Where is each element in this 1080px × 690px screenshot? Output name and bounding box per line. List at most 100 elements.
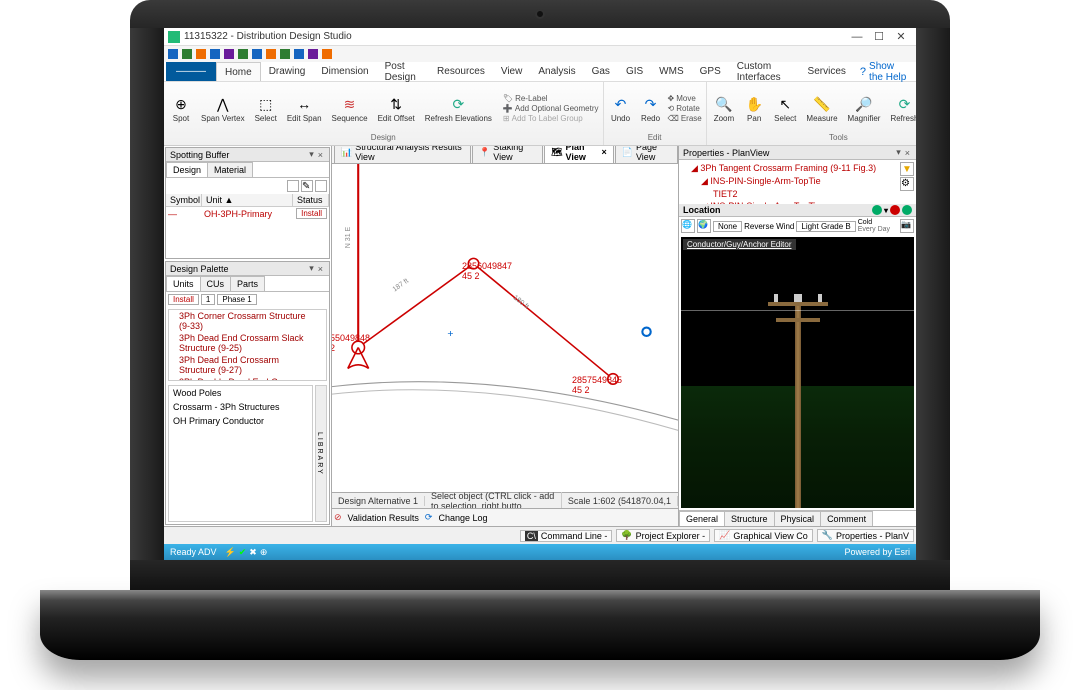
project-explorer-panel[interactable]: 🌳Project Explorer -: [616, 529, 710, 542]
none-select[interactable]: None: [713, 221, 742, 232]
close-icon[interactable]: ×: [601, 147, 606, 157]
library-tab[interactable]: LIBRARY: [315, 385, 327, 522]
close-icon[interactable]: ×: [316, 150, 325, 160]
phase-select[interactable]: Phase 1: [217, 294, 256, 305]
menu-analysis[interactable]: Analysis: [530, 62, 583, 81]
grade-select[interactable]: Light Grade B: [796, 221, 855, 232]
tree-item[interactable]: ◢ INS-PIN-Single-Arm-TopTie: [683, 175, 894, 188]
refresh-icon[interactable]: ⟳: [425, 512, 433, 523]
category-item[interactable]: Wood Poles: [169, 386, 312, 400]
refresh-elev-button[interactable]: ⟳Refresh Elevations: [422, 93, 495, 124]
measure-button[interactable]: 📏Measure: [803, 93, 840, 124]
camera-icon[interactable]: 📷: [900, 219, 914, 233]
chevron-icon[interactable]: ▾: [884, 206, 888, 215]
qat-icon[interactable]: [266, 49, 276, 59]
tool-icon[interactable]: ⊕: [260, 547, 268, 558]
menu-wms[interactable]: WMS: [651, 62, 691, 81]
menu-resources[interactable]: Resources: [429, 62, 493, 81]
tab-validation[interactable]: Validation Results: [348, 513, 419, 523]
qat-icon[interactable]: [168, 49, 178, 59]
tool-icon[interactable]: 🌐: [681, 219, 695, 233]
tool-icon[interactable]: 🌍: [697, 219, 711, 233]
category-item[interactable]: OH Primary Conductor: [169, 414, 312, 428]
zoom-button[interactable]: 🔍Zoom: [711, 93, 737, 124]
tab-material[interactable]: Material: [207, 162, 253, 177]
menu-post-design[interactable]: Post Design: [377, 62, 429, 81]
bolt-icon[interactable]: ⚡: [225, 547, 236, 558]
palette-item[interactable]: 3Ph Corner Crossarm Structure (9-33): [169, 310, 326, 332]
menu-services[interactable]: Services: [800, 62, 854, 81]
qat-icon[interactable]: [196, 49, 206, 59]
minimize-button[interactable]: —: [846, 31, 868, 43]
file-menu[interactable]: ———: [166, 62, 216, 81]
maximize-button[interactable]: ☐: [868, 30, 890, 43]
pin-icon[interactable]: ▾: [307, 149, 316, 160]
check-icon[interactable]: ✔: [239, 547, 247, 558]
qat-icon[interactable]: [308, 49, 318, 59]
undo-button[interactable]: ↶Undo: [608, 93, 634, 124]
magnifier-button[interactable]: 🔎Magnifier: [845, 93, 884, 124]
properties-header[interactable]: Properties - PlanView▾×: [679, 146, 916, 160]
refresh-tool-button[interactable]: ⟳Refresh: [887, 93, 916, 124]
graphical-view-panel[interactable]: 📈Graphical View Co: [714, 529, 813, 542]
redo-button[interactable]: ↷Redo: [638, 93, 664, 124]
tool-icon[interactable]: [315, 180, 327, 192]
palette-header[interactable]: Design Palette▾×: [166, 262, 329, 276]
qat-icon[interactable]: [182, 49, 192, 59]
add-geom-button[interactable]: ➕ Add Optional Geometry: [503, 104, 599, 113]
rotate-button[interactable]: ⟲ Rotate: [668, 104, 702, 113]
tab-page-view[interactable]: 📄Page View: [615, 146, 678, 163]
select-button[interactable]: ⬚Select: [252, 93, 280, 124]
relabel-button[interactable]: 🏷 Re-Label: [503, 94, 599, 103]
tool-icon[interactable]: ✎: [301, 180, 313, 192]
add-label-group-button[interactable]: ⊞ Add To Label Group: [503, 114, 599, 123]
tab-plan-view[interactable]: 🗺Plan View×: [544, 146, 614, 163]
span-vertex-button[interactable]: ⋀Span Vertex: [198, 93, 248, 124]
menu-gis[interactable]: GIS: [618, 62, 651, 81]
pin-icon[interactable]: ▾: [307, 263, 316, 274]
pan-button[interactable]: ✋Pan: [741, 93, 767, 124]
tool-icon[interactable]: ✖: [249, 547, 257, 558]
pin-icon[interactable]: ▾: [894, 147, 903, 158]
menu-home[interactable]: Home: [216, 62, 261, 81]
command-line-panel[interactable]: C\Command Line -: [520, 530, 613, 542]
select-tool-button[interactable]: ↖Select: [771, 93, 799, 124]
tab-parts[interactable]: Parts: [230, 276, 265, 291]
viewer-label[interactable]: Conductor/Guy/Anchor Editor: [683, 239, 796, 250]
tab-structural[interactable]: 📊Structural Analysis Results View: [334, 146, 471, 163]
properties-panel-tab[interactable]: 🔧Properties - PlanV: [817, 529, 914, 542]
erase-button[interactable]: ⌫ Erase: [668, 114, 702, 123]
menu-gas[interactable]: Gas: [584, 62, 618, 81]
menu-gps[interactable]: GPS: [692, 62, 729, 81]
tree-item[interactable]: TIET2: [683, 188, 894, 200]
palette-item[interactable]: 3Ph Double Dead End Crossarm Structure (…: [169, 376, 326, 381]
count-select[interactable]: 1: [201, 294, 215, 305]
gear-icon[interactable]: ⚙: [900, 177, 914, 191]
structure-viewer[interactable]: Conductor/Guy/Anchor Editor: [681, 237, 914, 508]
qat-icon[interactable]: [238, 49, 248, 59]
close-icon[interactable]: ×: [903, 148, 912, 158]
close-button[interactable]: ✕: [890, 30, 912, 43]
menu-drawing[interactable]: Drawing: [261, 62, 314, 81]
category-item[interactable]: Crossarm - 3Ph Structures: [169, 400, 312, 414]
palette-item[interactable]: 3Ph Dead End Crossarm Slack Structure (9…: [169, 332, 326, 354]
menu-dimension[interactable]: Dimension: [313, 62, 376, 81]
tab-structure[interactable]: Structure: [724, 511, 775, 526]
reverse-wind-toggle[interactable]: Reverse Wind: [744, 222, 794, 231]
install-select[interactable]: Install: [168, 294, 199, 305]
edit-span-button[interactable]: ↔Edit Span: [284, 93, 325, 124]
buffer-row[interactable]: OH-3PH-Primary: [204, 209, 296, 219]
tab-cus[interactable]: CUs: [200, 276, 232, 291]
tab-staking[interactable]: 📍Staking View: [472, 146, 543, 163]
spotting-buffer-header[interactable]: Spotting Buffer▾×: [166, 148, 329, 162]
tree-item[interactable]: ◢ 3Ph Tangent Crossarm Framing (9-11 Fig…: [683, 162, 894, 175]
palette-item[interactable]: 3Ph Dead End Crossarm Structure (9-27): [169, 354, 326, 376]
edit-offset-button[interactable]: ⇅Edit Offset: [375, 93, 418, 124]
menu-view[interactable]: View: [493, 62, 531, 81]
close-icon[interactable]: ×: [316, 264, 325, 274]
spot-button[interactable]: ⊕Spot: [168, 93, 194, 124]
tab-units[interactable]: Units: [166, 276, 201, 291]
tab-changelog[interactable]: Change Log: [438, 513, 487, 523]
move-button[interactable]: ✥ Move: [668, 94, 702, 103]
qat-icon[interactable]: [224, 49, 234, 59]
